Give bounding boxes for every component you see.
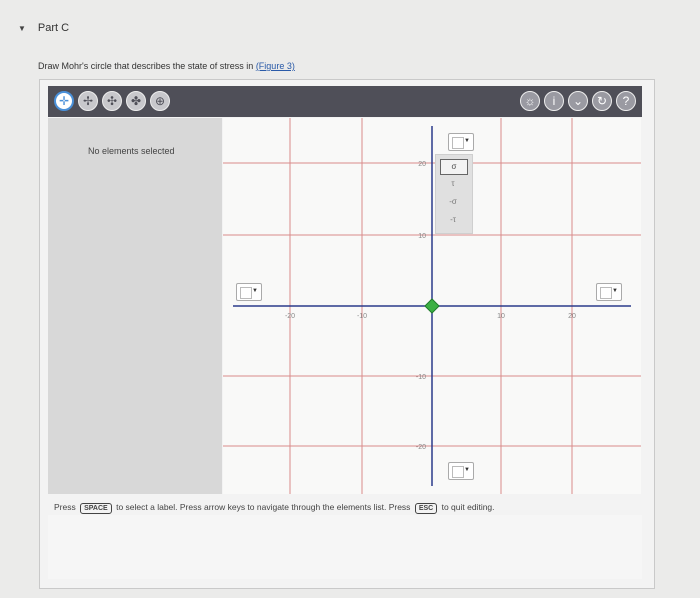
part-title: Part C — [37, 22, 70, 34]
elements-sidebar: No elements selected — [48, 118, 222, 494]
space-key-badge: SPACE — [80, 503, 112, 514]
select-tool-icon[interactable]: ✛ — [54, 91, 74, 111]
x-tick-10: 10 — [497, 313, 505, 320]
dropdown-icon[interactable]: ⌄ — [568, 91, 588, 111]
chevron-down-icon: ▼ — [612, 288, 618, 294]
dropdown-swatch — [452, 466, 464, 478]
answer-area — [48, 515, 642, 579]
graph-canvas[interactable]: -20 -10 10 20 20 10 -10 -20 — [223, 118, 641, 494]
label-option-neg-sigma[interactable]: -σ — [440, 195, 466, 209]
y-tick-10: 10 — [418, 233, 426, 240]
x-axis-right-label-dropdown[interactable]: ▼ — [596, 283, 622, 301]
triangle-down-icon[interactable]: ▼ — [18, 24, 26, 33]
x-tick-minus10: -10 — [357, 313, 367, 320]
no-elements-label: No elements selected — [88, 146, 175, 156]
instruction-body: Draw Mohr's circle that describes the st… — [38, 61, 256, 71]
y-tick-minus10: -10 — [416, 374, 426, 381]
toolbar: ✛ ✢ ✣ ✤ ⊕ ☼ i ⌄ ↻ ? — [48, 86, 642, 117]
origin-point[interactable] — [424, 298, 440, 314]
x-axis-label-dropdown[interactable]: ▼ — [236, 283, 262, 301]
hint-icon[interactable]: ☼ — [520, 91, 540, 111]
hint-mid: to select a label. Press arrow keys to n… — [116, 502, 411, 512]
part-header[interactable]: ▼ Part C — [18, 22, 69, 34]
chevron-down-icon: ▼ — [464, 467, 470, 473]
axis-tool-icon[interactable]: ✤ — [126, 91, 146, 111]
label-option-tau[interactable]: τ — [440, 177, 466, 191]
y-tick-20: 20 — [418, 161, 426, 168]
graph-svg[interactable]: -20 -10 10 20 20 10 -10 -20 — [223, 118, 641, 494]
chevron-down-icon: ▼ — [464, 138, 470, 144]
instruction-text: Draw Mohr's circle that describes the st… — [38, 61, 295, 71]
help-label: ? — [622, 94, 630, 108]
circle-tool-icon[interactable]: ⊕ — [150, 91, 170, 111]
help-icon[interactable]: ? — [616, 91, 636, 111]
keyboard-hint: Press SPACE to select a label. Press arr… — [54, 502, 495, 514]
dropdown-swatch — [600, 287, 612, 299]
figure-link[interactable]: (Figure 3) — [256, 61, 295, 71]
label-option-sigma[interactable]: σ — [440, 159, 468, 175]
chevron-down-icon: ▼ — [252, 288, 258, 294]
reset-icon[interactable]: ↻ — [592, 91, 612, 111]
esc-key-badge: ESC — [414, 503, 438, 514]
hint-pre: Press — [54, 502, 76, 512]
x-tick-20: 20 — [568, 313, 576, 320]
hint-post: to quit editing. — [441, 502, 495, 512]
info-icon[interactable]: i — [544, 91, 564, 111]
point-tool-icon[interactable]: ✢ — [78, 91, 98, 111]
label-option-neg-tau[interactable]: -τ — [440, 213, 466, 227]
y-tick-minus20: -20 — [416, 444, 426, 451]
label-palette: σ τ -σ -τ — [435, 154, 473, 234]
x-tick-minus20: -20 — [285, 313, 295, 320]
y-axis-bottom-label-dropdown[interactable]: ▼ — [448, 462, 474, 480]
dropdown-swatch — [452, 137, 464, 149]
dropdown-swatch — [240, 287, 252, 299]
y-axis-label-dropdown[interactable]: ▼ — [448, 133, 474, 151]
line-tool-icon[interactable]: ✣ — [102, 91, 122, 111]
